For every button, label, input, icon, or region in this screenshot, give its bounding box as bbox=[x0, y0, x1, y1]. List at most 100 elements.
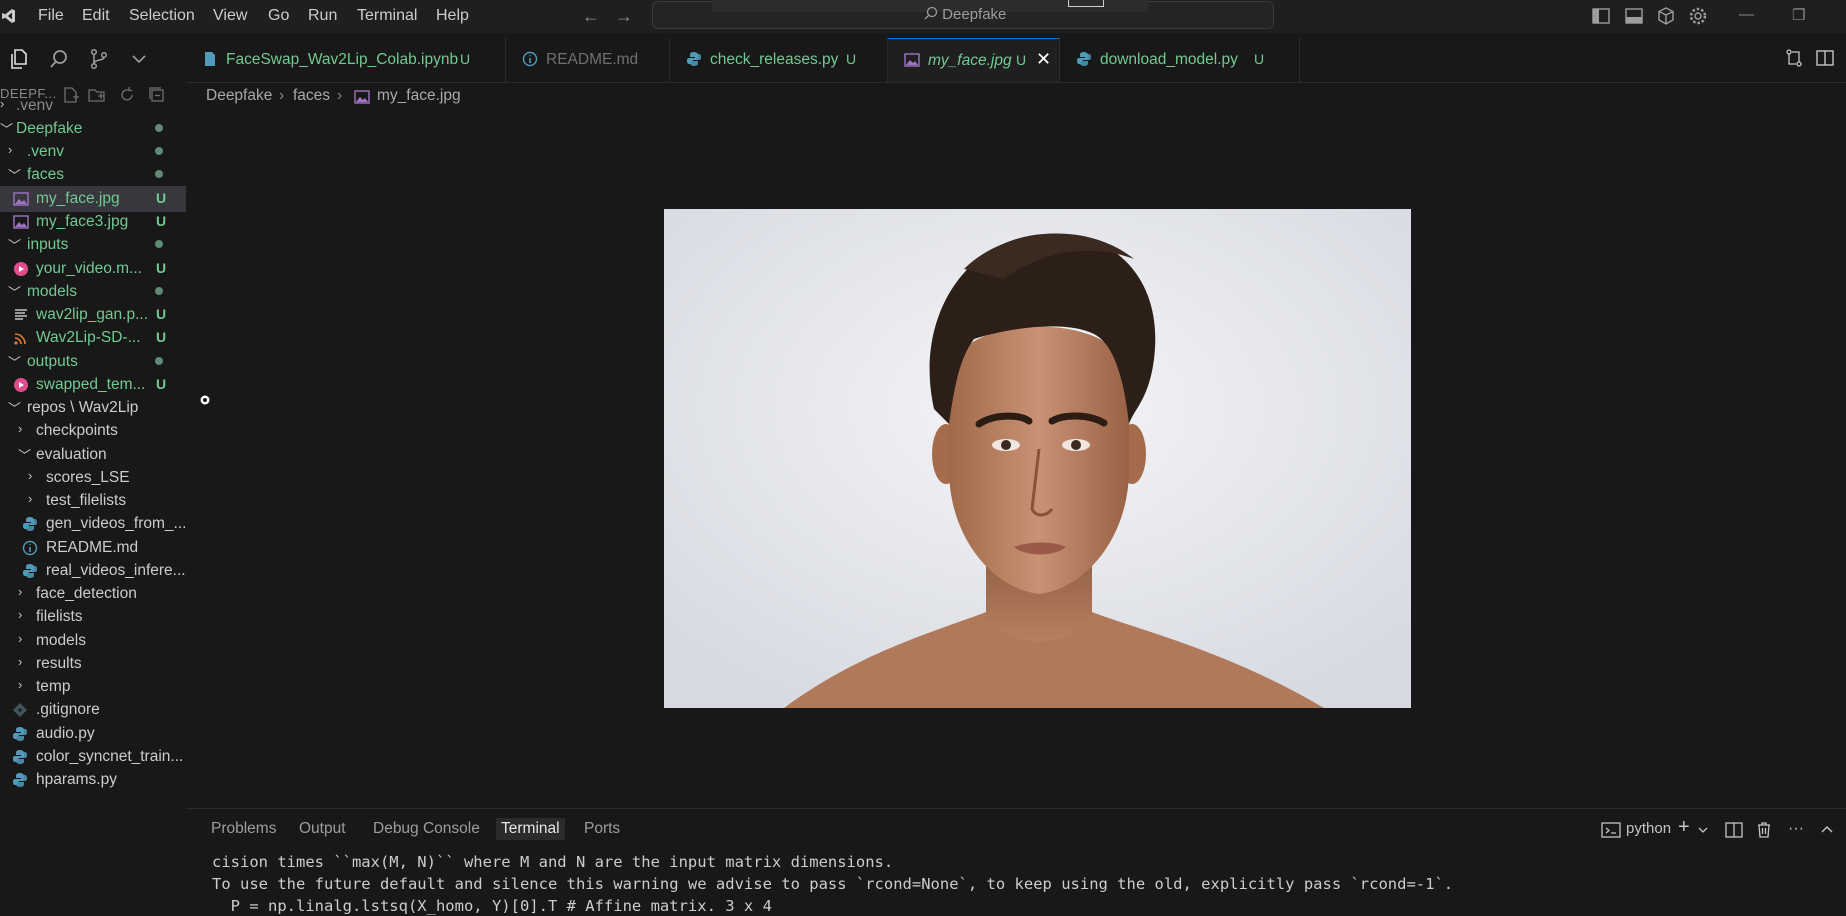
panel-tab-terminal[interactable]: Terminal bbox=[496, 818, 565, 840]
tree-item[interactable]: hparams.py bbox=[0, 767, 186, 793]
tab-faceswap-wav2lip-colab-ipynb[interactable]: FaceSwap_Wav2Lip_Colab.ipynb U bbox=[186, 38, 506, 82]
git-untracked-badge: U bbox=[156, 213, 167, 229]
image-file-icon bbox=[13, 214, 29, 230]
tab-check-releases-py[interactable]: check_releases.py U bbox=[670, 38, 888, 82]
search-icon[interactable] bbox=[48, 48, 70, 70]
panel-tab-output[interactable]: Output bbox=[299, 820, 346, 838]
tree-item-label: color_syncnet_train... bbox=[36, 748, 184, 765]
python-file-icon bbox=[12, 726, 28, 742]
rss-file-icon bbox=[13, 330, 29, 346]
tree-item[interactable]: .gitignore bbox=[0, 697, 186, 723]
python-file-icon bbox=[12, 772, 28, 788]
menu-run[interactable]: Run bbox=[308, 7, 337, 25]
tree-item[interactable]: ﹀ faces bbox=[0, 162, 186, 188]
restore-icon[interactable]: ❐ bbox=[1792, 6, 1805, 24]
tab-download-model-py[interactable]: download_model.py U bbox=[1060, 38, 1300, 82]
tree-item-label: my_face.jpg bbox=[36, 190, 120, 207]
tree-item-label: Deepfake bbox=[16, 120, 83, 137]
image-file-icon bbox=[13, 191, 29, 207]
more-actions-icon[interactable]: ··· bbox=[1788, 820, 1804, 838]
chevron-down-icon[interactable]: ﹀ bbox=[8, 235, 21, 254]
chevron-right-icon[interactable]: › bbox=[28, 468, 32, 483]
split-terminal-icon[interactable] bbox=[1725, 820, 1743, 840]
tree-item-label: faces bbox=[27, 166, 65, 183]
tree-item-label: test_filelists bbox=[46, 492, 127, 509]
chevron-down-icon[interactable]: ﹀ bbox=[8, 165, 21, 184]
menu-terminal[interactable]: Terminal bbox=[357, 7, 417, 25]
chevron-down-icon[interactable]: ﹀ bbox=[8, 352, 21, 371]
breadcrumb-folder[interactable]: faces bbox=[293, 87, 330, 105]
panel-tab-ports[interactable]: Ports bbox=[584, 820, 620, 838]
maximize-panel-icon[interactable] bbox=[1820, 820, 1834, 840]
breadcrumb-root[interactable]: Deepfake bbox=[206, 87, 272, 105]
chevron-down-icon[interactable] bbox=[1697, 820, 1709, 840]
terminal-name[interactable]: python bbox=[1626, 820, 1671, 837]
chevron-right-icon[interactable]: › bbox=[18, 677, 22, 692]
tree-item[interactable]: Wav2Lip-SD-... U bbox=[0, 325, 186, 351]
git-untracked-badge: U bbox=[156, 260, 167, 276]
toggle-panel-icon[interactable] bbox=[1624, 6, 1644, 26]
tree-item-label: wav2lip_gan.p... bbox=[36, 306, 149, 323]
git-untracked-badge: U bbox=[1254, 51, 1265, 67]
info-icon bbox=[22, 540, 38, 556]
minimize-icon[interactable]: — bbox=[1739, 6, 1754, 23]
panel-tab-debug-console[interactable]: Debug Console bbox=[373, 820, 480, 838]
back-arrow-icon[interactable]: ← bbox=[582, 6, 600, 27]
chevron-right-icon[interactable]: › bbox=[18, 421, 22, 436]
close-icon[interactable]: ✕ bbox=[1036, 49, 1051, 70]
chevron-right-icon[interactable]: › bbox=[0, 96, 4, 111]
chevron-right-icon[interactable]: › bbox=[28, 491, 32, 506]
tree-item[interactable]: › filelists bbox=[0, 604, 186, 630]
chevron-right-icon[interactable]: › bbox=[18, 631, 22, 646]
tree-item[interactable]: ﹀ inputs bbox=[0, 232, 186, 258]
toggle-sidebar-icon[interactable] bbox=[1591, 6, 1611, 26]
image-preview[interactable] bbox=[664, 209, 1411, 708]
chevron-right-icon[interactable]: › bbox=[8, 142, 12, 157]
tree-item-label: outputs bbox=[27, 353, 78, 370]
chevron-down-icon[interactable]: ﹀ bbox=[0, 119, 13, 138]
chevron-down-icon[interactable]: ﹀ bbox=[8, 282, 21, 301]
menu-file[interactable]: File bbox=[38, 7, 64, 25]
menu-go[interactable]: Go bbox=[268, 7, 289, 25]
menu-help[interactable]: Help bbox=[436, 7, 469, 25]
vscode-logo-icon bbox=[2, 9, 15, 23]
tree-item-label: .venv bbox=[27, 143, 65, 160]
source-control-icon[interactable] bbox=[88, 48, 110, 70]
panel-tab-problems[interactable]: Problems bbox=[211, 820, 276, 838]
python-file-icon bbox=[22, 516, 38, 532]
tab-my-face-jpg[interactable]: my_face.jpg U ✕ bbox=[888, 38, 1060, 82]
trash-icon[interactable] bbox=[1756, 820, 1772, 840]
explorer-files-icon[interactable] bbox=[8, 48, 30, 70]
add-terminal-icon[interactable]: + bbox=[1678, 816, 1690, 839]
chevron-down-icon[interactable] bbox=[128, 48, 150, 70]
forward-arrow-icon[interactable]: → bbox=[615, 6, 633, 27]
chevron-down-icon[interactable]: ﹀ bbox=[18, 445, 31, 464]
notebook-file-icon bbox=[202, 51, 218, 67]
tree-item[interactable]: › checkpoints bbox=[0, 418, 186, 444]
gear-icon[interactable] bbox=[1688, 6, 1708, 26]
tree-item[interactable]: gen_videos_from_... bbox=[0, 511, 186, 537]
tree-item-label: models bbox=[36, 632, 86, 649]
text-file-icon bbox=[13, 307, 29, 323]
git-change-dot bbox=[155, 240, 163, 248]
chevron-down-icon[interactable]: ﹀ bbox=[8, 398, 21, 417]
chevron-right-icon[interactable]: › bbox=[18, 654, 22, 669]
menu-edit[interactable]: Edit bbox=[82, 7, 110, 25]
open-changes-icon[interactable] bbox=[1784, 48, 1804, 68]
git-change-dot bbox=[155, 124, 163, 132]
tree-item-label: evaluation bbox=[36, 446, 107, 463]
tree-item-label: real_videos_infere... bbox=[46, 562, 186, 579]
split-editor-icon[interactable] bbox=[1815, 48, 1835, 68]
tab-readme-md[interactable]: README.md bbox=[506, 38, 670, 82]
chevron-right-icon[interactable]: › bbox=[18, 607, 22, 622]
terminal-icon bbox=[1601, 822, 1621, 838]
extension-cube-icon[interactable] bbox=[1656, 6, 1676, 26]
mouse-cursor-icon bbox=[200, 395, 210, 405]
menu-view[interactable]: View bbox=[213, 7, 247, 25]
search-icon bbox=[924, 6, 938, 20]
git-file-icon bbox=[12, 702, 28, 718]
tab-label: README.md bbox=[546, 51, 639, 68]
breadcrumb-file[interactable]: my_face.jpg bbox=[377, 87, 461, 105]
menu-selection[interactable]: Selection bbox=[129, 7, 195, 25]
chevron-right-icon[interactable]: › bbox=[18, 584, 22, 599]
